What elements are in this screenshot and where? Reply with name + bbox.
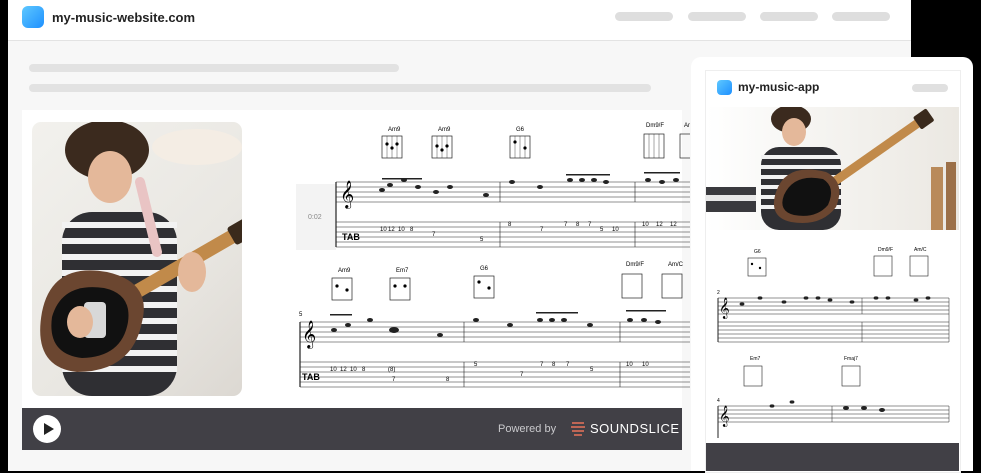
nav-item-4[interactable] bbox=[832, 12, 890, 21]
tab-numbers-row-1: 10 12 10 8 75 87 78 75 1010 12 12 bbox=[380, 222, 677, 243]
app-logo-icon bbox=[717, 80, 732, 95]
treble-clef: 𝄞 bbox=[719, 298, 730, 319]
svg-text:10: 10 bbox=[642, 222, 649, 228]
svg-text:Dm9/F: Dm9/F bbox=[626, 262, 644, 268]
staff-row-1 bbox=[335, 181, 690, 248]
svg-text:Am9: Am9 bbox=[438, 127, 451, 133]
chord-diagram: Dm9/F bbox=[643, 123, 665, 159]
mobile-guitarist-illustration bbox=[706, 107, 956, 230]
svg-text:10: 10 bbox=[350, 367, 357, 373]
svg-text:Am9: Am9 bbox=[338, 268, 351, 274]
svg-text:10: 10 bbox=[642, 362, 649, 368]
chord-diagram: Dm9/F bbox=[873, 247, 893, 277]
svg-text:10: 10 bbox=[626, 362, 633, 368]
tab-clef: TAB bbox=[342, 232, 360, 242]
svg-text:12: 12 bbox=[340, 367, 347, 373]
chord-diagram: Dm9/F bbox=[621, 262, 644, 299]
chord-diagram: G6 bbox=[747, 249, 767, 277]
svg-text:Dm9/F: Dm9/F bbox=[878, 247, 893, 253]
svg-text:12: 12 bbox=[388, 227, 395, 233]
svg-text:(8): (8) bbox=[388, 367, 395, 373]
svg-text:12: 12 bbox=[670, 222, 677, 228]
svg-text:10: 10 bbox=[330, 367, 337, 373]
mobile-notation-svg: G6 Dm9/F Am/C 2 𝄞 Em7 Fmaj7 4 𝄞 bbox=[717, 247, 950, 438]
site-logo-icon bbox=[22, 6, 44, 28]
mobile-staff-row-2 bbox=[717, 405, 950, 438]
site-header: my-music-website.com bbox=[8, 0, 911, 41]
treble-clef: 𝄞 bbox=[302, 321, 316, 349]
play-icon[interactable] bbox=[33, 415, 61, 443]
chord-diagram: Am/C bbox=[909, 247, 929, 277]
sheet-music[interactable]: Am9 Am9 G6 Dm9/F Am 0:02 bbox=[290, 120, 690, 405]
svg-text:G6: G6 bbox=[480, 266, 489, 272]
mobile-sheet-music[interactable]: G6 Dm9/F Am/C 2 𝄞 Em7 Fmaj7 4 𝄞 bbox=[712, 238, 957, 438]
chord-diagram: Em7 bbox=[389, 268, 411, 301]
mobile-staff-row-1 bbox=[717, 297, 950, 343]
nav-item-3[interactable] bbox=[760, 12, 818, 21]
svg-text:Am9: Am9 bbox=[388, 127, 401, 133]
chord-diagram: Am/C bbox=[661, 262, 684, 299]
player-bar: Powered by SOUNDSLICE bbox=[22, 408, 682, 450]
measure-number: 4 bbox=[717, 398, 720, 404]
chord-diagram: Am9 bbox=[381, 127, 403, 159]
staff-row-2 bbox=[299, 321, 690, 388]
mobile-player-bar bbox=[706, 443, 959, 471]
measure-number: 5 bbox=[299, 312, 303, 318]
content-placeholder-line bbox=[29, 84, 651, 92]
notes-row-2 bbox=[330, 310, 666, 337]
content-placeholder-line bbox=[29, 64, 399, 72]
guitarist-illustration bbox=[40, 122, 242, 396]
mobile-guitarist-video[interactable] bbox=[706, 107, 959, 230]
soundslice-logo-icon bbox=[571, 422, 585, 436]
chord-diagram: Am bbox=[679, 123, 690, 159]
svg-text:Am/C: Am/C bbox=[668, 262, 684, 268]
svg-text:12: 12 bbox=[656, 222, 663, 228]
svg-text:G6: G6 bbox=[516, 127, 525, 133]
time-label: 0:02 bbox=[308, 214, 322, 221]
svg-text:Fmaj7: Fmaj7 bbox=[844, 356, 858, 362]
measure-number: 2 bbox=[717, 290, 720, 296]
svg-text:Dm9/F: Dm9/F bbox=[646, 123, 664, 129]
svg-text:Am: Am bbox=[684, 123, 690, 129]
soundslice-brand[interactable]: SOUNDSLICE bbox=[590, 421, 680, 436]
svg-text:10: 10 bbox=[612, 227, 619, 233]
treble-clef: 𝄞 bbox=[340, 181, 354, 209]
guitarist-video[interactable] bbox=[32, 122, 242, 396]
nav-item-1[interactable] bbox=[615, 12, 673, 21]
chord-diagram: Fmaj7 bbox=[841, 356, 861, 387]
tab-clef: TAB bbox=[302, 372, 320, 382]
svg-text:Em7: Em7 bbox=[396, 268, 409, 274]
site-title: my-music-website.com bbox=[52, 10, 196, 25]
svg-text:Am/C: Am/C bbox=[914, 247, 927, 253]
app-title: my-music-app bbox=[738, 80, 820, 94]
nav-item-2[interactable] bbox=[688, 12, 746, 21]
svg-text:10: 10 bbox=[380, 227, 387, 233]
svg-text:Em7: Em7 bbox=[750, 356, 761, 362]
chord-diagram: Em7 bbox=[743, 356, 763, 387]
svg-text:10: 10 bbox=[398, 227, 405, 233]
app-menu-placeholder[interactable] bbox=[912, 84, 948, 92]
treble-clef: 𝄞 bbox=[719, 406, 730, 427]
tab-numbers-row-2: 10 12 10 8 (8)7 85 77 87 510 10 bbox=[330, 362, 649, 383]
chord-diagram: G6 bbox=[473, 266, 495, 299]
notation-svg: Am9 Am9 G6 Dm9/F Am 0:02 bbox=[296, 123, 690, 388]
chord-diagram: Am9 bbox=[331, 268, 353, 301]
powered-by-label: Powered by bbox=[498, 423, 557, 435]
chord-diagram: Am9 bbox=[431, 127, 453, 159]
chord-diagram: G6 bbox=[509, 127, 531, 159]
svg-text:G6: G6 bbox=[754, 249, 761, 255]
